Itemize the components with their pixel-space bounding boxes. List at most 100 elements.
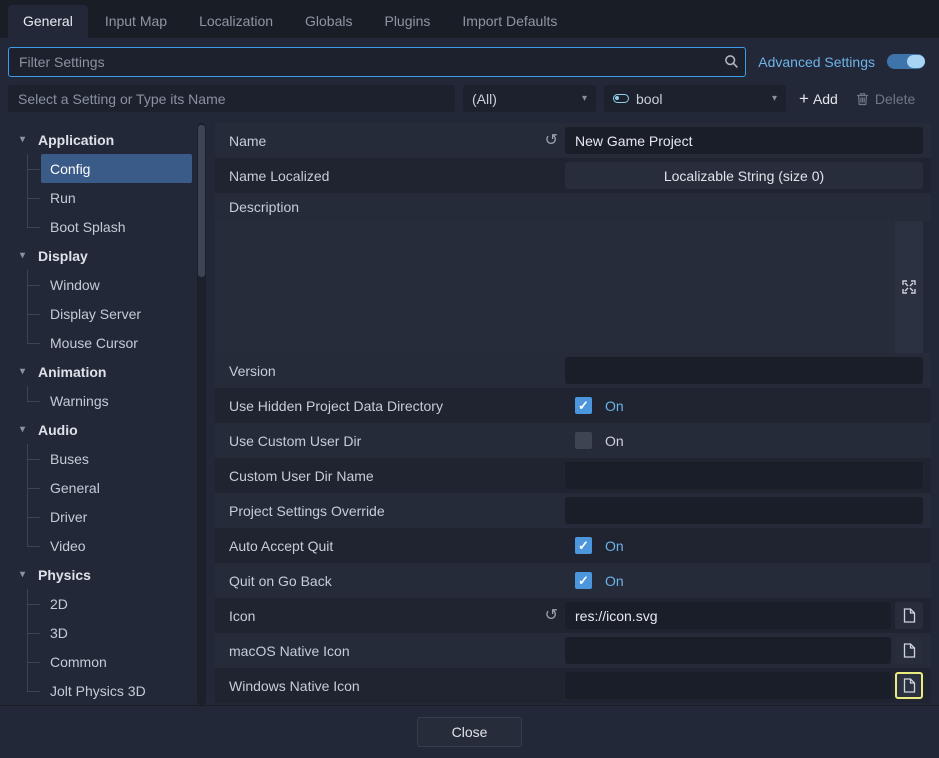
tree-item-driver[interactable]: Driver: [41, 502, 192, 531]
filter-settings-searchbox: [8, 47, 746, 77]
search-icon: [717, 54, 745, 69]
feature-filter-dropdown[interactable]: (All) ▾: [463, 85, 596, 112]
setting-label: Use Hidden Project Data Directory: [229, 398, 443, 414]
setting-label: macOS Native Icon: [229, 643, 350, 659]
settings-panel: Name ↺ New Game Project Name Localized L…: [215, 123, 931, 705]
tree-category-display[interactable]: ▾ Display: [18, 241, 206, 270]
tree-category-animation[interactable]: ▾ Animation: [18, 357, 206, 386]
tree-category-audio[interactable]: ▾ Audio: [18, 415, 206, 444]
close-button[interactable]: Close: [417, 717, 522, 747]
chevron-down-icon: ▾: [20, 250, 30, 261]
checkbox-state-label: On: [605, 538, 624, 554]
tree-category-label: Application: [38, 132, 114, 148]
setting-row-custom-user-dir-name: Custom User Dir Name: [215, 458, 931, 493]
tree-item-label: Boot Splash: [50, 219, 126, 235]
tree-item-2d[interactable]: 2D: [41, 589, 192, 618]
revert-icon[interactable]: ↺: [545, 608, 558, 624]
dialog-footer: Close: [0, 705, 939, 758]
advanced-settings-label: Advanced Settings: [758, 54, 875, 70]
setting-name-input[interactable]: [8, 85, 455, 112]
setting-row-name-localized: Name Localized Localizable String (size …: [215, 158, 931, 193]
setting-row-auto-accept-quit: Auto Accept Quit ✓ On: [215, 528, 931, 563]
setting-row-windows-native-icon: Windows Native Icon: [215, 668, 931, 703]
delete-button[interactable]: Delete: [851, 91, 920, 107]
expand-icon[interactable]: [902, 280, 916, 294]
tree-item-label: Common: [50, 654, 107, 670]
tree-item-run[interactable]: Run: [41, 183, 192, 212]
tree-category-physics[interactable]: ▾ Physics: [18, 560, 206, 589]
tree-item-display-server[interactable]: Display Server: [41, 299, 192, 328]
tree-category-application[interactable]: ▾ Application: [18, 125, 206, 154]
checkbox-checked[interactable]: ✓: [575, 397, 592, 414]
macos-icon-file-browse-button[interactable]: [895, 637, 923, 664]
tree-item-3d[interactable]: 3D: [41, 618, 192, 647]
plus-icon: +: [799, 90, 809, 107]
name-value: New Game Project: [575, 133, 692, 149]
checkbox-state-label: On: [605, 573, 624, 589]
tree-item-general[interactable]: General: [41, 473, 192, 502]
icon-path-field[interactable]: res://icon.svg: [565, 602, 891, 629]
tree-category-label: Display: [38, 248, 88, 264]
setting-row-version: Version: [215, 353, 931, 388]
custom-user-dir-name-field[interactable]: [565, 462, 923, 489]
setting-row-icon: Icon ↺ res://icon.svg: [215, 598, 931, 633]
localizable-string-button[interactable]: Localizable String (size 0): [565, 162, 923, 189]
revert-icon[interactable]: ↺: [545, 133, 558, 149]
project-settings-override-field[interactable]: [565, 497, 923, 524]
setting-row-description: Description: [215, 193, 931, 221]
checkbox-checked[interactable]: ✓: [575, 537, 592, 554]
tree-category-label: Physics: [38, 567, 91, 583]
setting-label: Icon: [229, 608, 255, 624]
tree-item-mouse-cursor[interactable]: Mouse Cursor: [41, 328, 192, 357]
tree-item-window[interactable]: Window: [41, 270, 192, 299]
tab-globals[interactable]: Globals: [290, 5, 367, 38]
checkbox-state-label: On: [605, 433, 624, 449]
chevron-down-icon: ▾: [20, 424, 30, 435]
tree-item-buses[interactable]: Buses: [41, 444, 192, 473]
setting-label: Quit on Go Back: [229, 573, 332, 589]
settings-content: ▾ Application Config Run Boot Splash ▾ D…: [0, 121, 939, 705]
chevron-down-icon: ▾: [20, 366, 30, 377]
type-filter-dropdown[interactable]: bool ▾: [604, 85, 786, 112]
tab-plugins[interactable]: Plugins: [369, 5, 445, 38]
tree-item-label: Video: [50, 538, 86, 554]
filter-row: Advanced Settings: [0, 38, 939, 82]
tab-input-map[interactable]: Input Map: [90, 5, 182, 38]
chevron-down-icon: ▾: [582, 93, 587, 104]
checkbox-checked[interactable]: ✓: [575, 572, 592, 589]
tree-item-warnings[interactable]: Warnings: [41, 386, 192, 415]
advanced-settings-toggle[interactable]: [887, 54, 925, 69]
tree-item-video[interactable]: Video: [41, 531, 192, 560]
windows-native-icon-field[interactable]: [565, 672, 891, 699]
name-field[interactable]: New Game Project: [565, 127, 923, 154]
tab-localization[interactable]: Localization: [184, 5, 288, 38]
checkbox-unchecked[interactable]: [575, 432, 592, 449]
tree-item-boot-splash[interactable]: Boot Splash: [41, 212, 192, 241]
filter-settings-input[interactable]: [9, 54, 717, 70]
icon-file-browse-button[interactable]: [895, 602, 923, 629]
tree-item-common[interactable]: Common: [41, 647, 192, 676]
tree-category-label: Audio: [38, 422, 78, 438]
tab-general[interactable]: General: [8, 5, 88, 38]
setting-label: Version: [229, 363, 276, 379]
tree-item-config[interactable]: Config: [41, 154, 192, 183]
bool-type-icon: [613, 94, 629, 103]
description-textarea[interactable]: [215, 221, 895, 353]
windows-icon-file-browse-button[interactable]: [895, 672, 923, 699]
setting-label: Name: [229, 133, 266, 149]
add-button[interactable]: + Add: [794, 90, 843, 107]
checkbox-state-label: On: [605, 398, 624, 414]
sidebar-scrollbar[interactable]: [197, 123, 206, 705]
file-icon: [903, 678, 916, 693]
setting-label: Project Settings Override: [229, 503, 385, 519]
setting-row-quit-on-go-back: Quit on Go Back ✓ On: [215, 563, 931, 598]
sidebar-scrollbar-thumb[interactable]: [198, 125, 205, 277]
macos-native-icon-field[interactable]: [565, 637, 891, 664]
tree-item-label: Jolt Physics 3D: [50, 683, 146, 699]
tab-import-defaults[interactable]: Import Defaults: [447, 5, 572, 38]
tree-item-jolt-physics-3d[interactable]: Jolt Physics 3D: [41, 676, 192, 705]
version-field[interactable]: [565, 357, 923, 384]
tree-item-label: Window: [50, 277, 100, 293]
setting-row-use-hidden-project-data-directory: Use Hidden Project Data Directory ✓ On: [215, 388, 931, 423]
tree-item-label: 3D: [50, 625, 68, 641]
